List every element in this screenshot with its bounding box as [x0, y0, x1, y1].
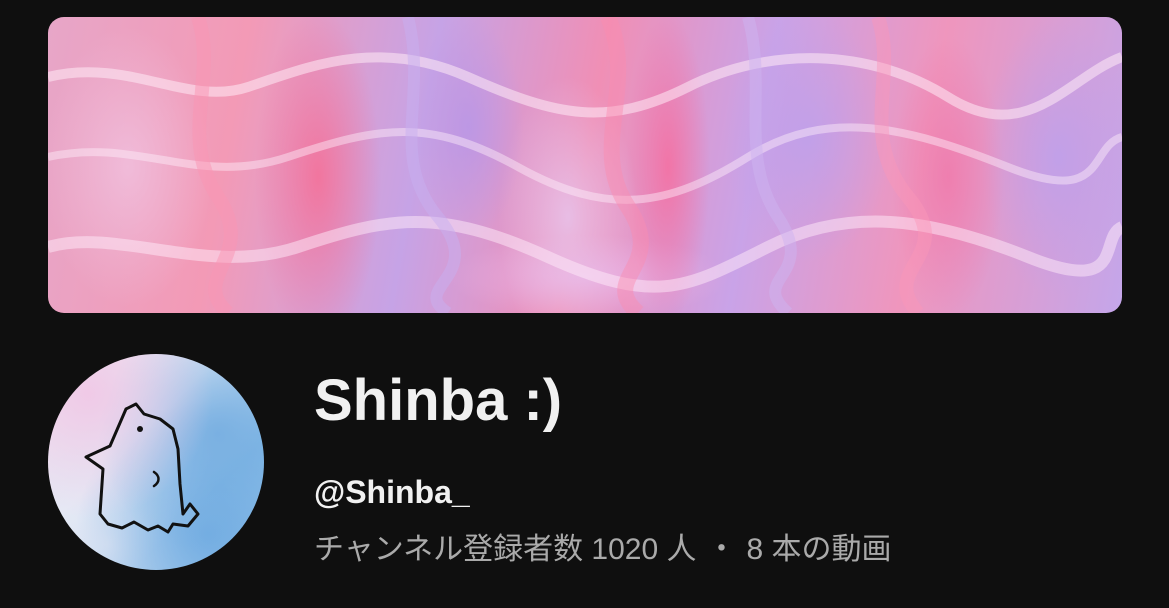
- video-count: 8 本の動画: [746, 533, 892, 566]
- channel-header: Shinba :) @Shinba_ チャンネル登録者数 1020 人・ 8 本の…: [0, 0, 1169, 608]
- banner-marble-texture: [48, 17, 1122, 313]
- channel-avatar[interactable]: [48, 354, 264, 570]
- channel-name: Shinba :): [314, 368, 563, 433]
- channel-handle: @Shinba_: [314, 474, 470, 510]
- channel-stats: チャンネル登録者数 1020 人・ 8 本の動画: [314, 530, 892, 570]
- stats-separator: ・: [706, 533, 737, 566]
- bird-drawing-icon: [84, 402, 200, 534]
- subscriber-count: チャンネル登録者数 1020 人: [314, 533, 697, 566]
- channel-banner: [48, 17, 1122, 313]
